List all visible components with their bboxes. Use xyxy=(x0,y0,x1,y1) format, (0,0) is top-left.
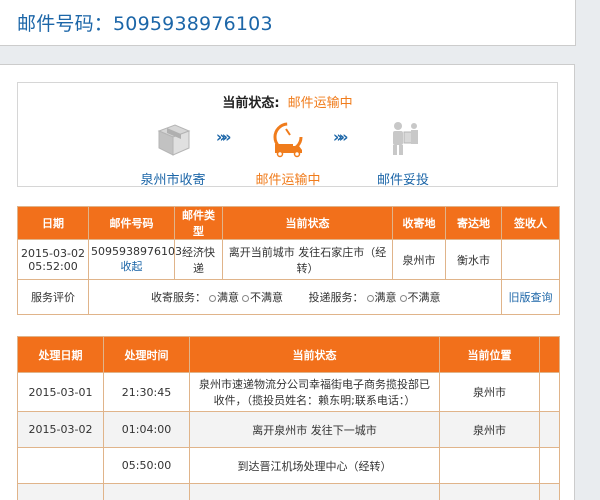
process-status: 到达晋江机场处理中心（经转） xyxy=(189,447,440,484)
mail-origin: 泉州市 xyxy=(392,239,446,280)
step-delivered: 邮件妥投 xyxy=(348,117,458,188)
collapse-link[interactable]: 收起 xyxy=(121,260,143,273)
column-header: 处理时间 xyxy=(103,336,190,373)
status-progress-box: 当前状态: 邮件运输中 泉州市收寄 »» 邮件运输中 »» 邮件妥投 xyxy=(17,82,558,188)
column-header: 寄达地 xyxy=(445,206,502,240)
blank-cell xyxy=(539,411,560,448)
detail-table-header: 处理日期 处理时间 当前状态 当前位置 xyxy=(17,336,560,373)
truck-icon xyxy=(266,117,310,159)
service-evaluation-options: 收寄服务： 满意 不满意 投递服务： 满意 不满意 xyxy=(88,279,502,315)
process-status: 离开泉州市 发往下一城市 xyxy=(189,411,440,448)
progress-arrow-icon: »» xyxy=(333,128,349,146)
step-label-collected: 泉州市收寄 xyxy=(140,173,206,188)
pickup-unsatisfied-radio[interactable] xyxy=(242,294,249,302)
mail-type: 经济快递 xyxy=(174,239,223,280)
unsatisfied-label: 不满意 xyxy=(250,291,283,304)
tracking-panel: 当前状态: 邮件运输中 泉州市收寄 »» 邮件运输中 »» 邮件妥投 日期 邮件… xyxy=(0,64,575,500)
step-collected: 泉州市收寄 xyxy=(118,117,228,188)
pickup-service-label: 收寄服务： xyxy=(151,291,206,304)
step-label-delivered: 邮件妥投 xyxy=(376,173,429,188)
service-evaluation-label: 服务评价 xyxy=(17,279,89,315)
blank-cell xyxy=(539,483,560,500)
column-header: 邮件号码 xyxy=(88,206,175,240)
process-time: 21:30:45 xyxy=(103,372,190,412)
column-header-blank xyxy=(539,336,560,373)
old-query-cell: 旧版查询 xyxy=(501,279,560,315)
mail-current-status: 离开当前城市 发往石家庄市（经转） xyxy=(222,239,393,280)
process-time: 01:04:00 xyxy=(103,411,190,448)
satisfied-label: 满意 xyxy=(217,291,239,304)
process-location: 泉州市 xyxy=(439,411,540,448)
process-status xyxy=(189,483,440,500)
mail-number: 5095938976103 xyxy=(91,245,182,258)
process-time xyxy=(103,483,190,500)
table-row xyxy=(17,483,560,500)
old-version-query-link[interactable]: 旧版查询 xyxy=(509,291,553,304)
mail-date: 2015-03-02 05:52:00 xyxy=(17,239,89,280)
summary-table-header: 日期 邮件号码 邮件类型 当前状态 收寄地 寄达地 签收人 xyxy=(17,206,560,240)
process-location xyxy=(439,447,540,484)
column-header: 签收人 xyxy=(501,206,560,240)
column-header: 当前状态 xyxy=(222,206,393,240)
pickup-satisfied-radio[interactable] xyxy=(209,294,216,302)
table-row: 2015-03-01 21:30:45 泉州市速递物流分公司幸福街电子商务揽投部… xyxy=(17,372,560,412)
column-header: 当前状态 xyxy=(189,336,440,373)
column-header: 邮件类型 xyxy=(174,206,223,240)
delivery-person-icon xyxy=(381,117,425,159)
table-row: 2015-03-02 01:04:00 离开泉州市 发往下一城市 泉州市 xyxy=(17,411,560,448)
table-row: 05:50:00 到达晋江机场处理中心（经转） xyxy=(17,447,560,484)
delivery-service-label: 投递服务： xyxy=(308,291,364,304)
satisfied-label: 满意 xyxy=(374,291,397,304)
table-row: 2015-03-02 05:52:00 5095938976103 收起 经济快… xyxy=(17,239,560,280)
delivery-unsatisfied-radio[interactable] xyxy=(399,294,407,302)
current-status: 当前状态: 邮件运输中 xyxy=(18,92,557,111)
summary-table: 日期 邮件号码 邮件类型 当前状态 收寄地 寄达地 签收人 2015-03-02… xyxy=(17,206,560,315)
process-date xyxy=(17,447,104,484)
process-date: 2015-03-01 xyxy=(17,372,104,412)
column-header: 当前位置 xyxy=(439,336,540,373)
process-date: 2015-03-02 xyxy=(17,411,104,448)
package-icon xyxy=(151,117,195,159)
step-in-transit: 邮件运输中 xyxy=(233,117,343,188)
progress-arrow-icon: »» xyxy=(216,128,232,146)
process-location xyxy=(439,483,540,500)
service-evaluation-row: 服务评价 收寄服务： 满意 不满意 投递服务： 满意 不满意 旧版查询 xyxy=(17,279,560,315)
process-status: 泉州市速递物流分公司幸福街电子商务揽投部已收件，（揽投员姓名：赖东明;联系电话：… xyxy=(189,372,440,412)
delivery-satisfied-radio[interactable] xyxy=(366,294,374,302)
page-title: 邮件号码：5095938976103 xyxy=(17,13,273,35)
step-label-in-transit: 邮件运输中 xyxy=(255,173,321,188)
column-header: 收寄地 xyxy=(392,206,446,240)
mail-number-cell: 5095938976103 收起 xyxy=(88,239,182,280)
process-date xyxy=(17,483,104,500)
blank-cell xyxy=(539,447,560,484)
process-location: 泉州市 xyxy=(439,372,540,412)
column-header: 处理日期 xyxy=(17,336,104,373)
process-time: 05:50:00 xyxy=(103,447,190,484)
current-status-label: 当前状态: xyxy=(222,96,280,111)
blank-cell xyxy=(539,372,560,412)
mail-destination: 衡水市 xyxy=(445,239,502,280)
mail-signer xyxy=(501,239,560,280)
header-panel: 邮件号码：5095938976103 xyxy=(0,0,576,46)
column-header: 日期 xyxy=(17,206,89,240)
current-status-value: 邮件运输中 xyxy=(287,96,353,111)
detail-table: 处理日期 处理时间 当前状态 当前位置 2015-03-01 21:30:45 … xyxy=(17,336,560,500)
unsatisfied-label: 不满意 xyxy=(407,291,441,304)
